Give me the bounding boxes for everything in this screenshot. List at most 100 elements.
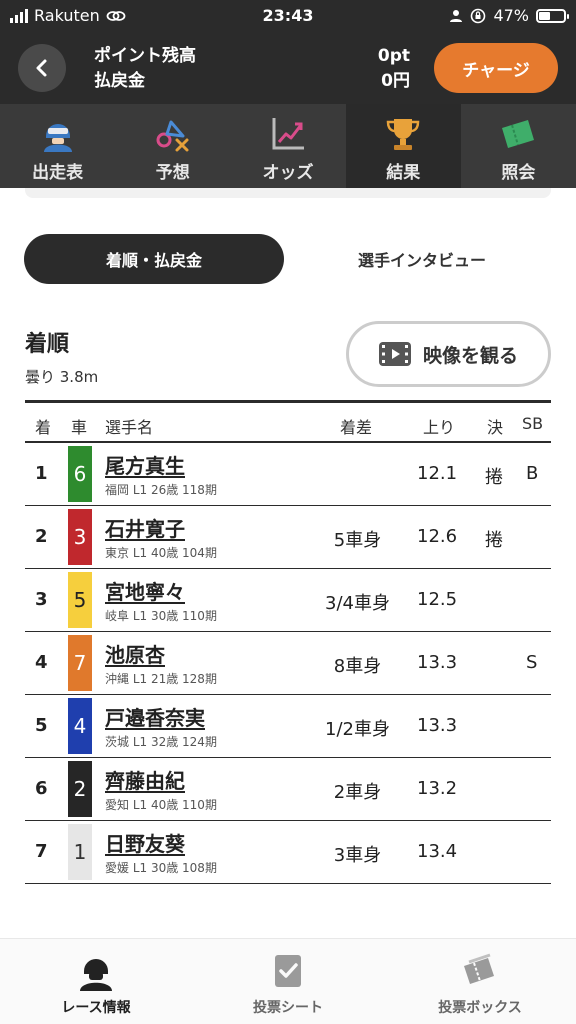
tab-label: 結果 — [386, 163, 421, 183]
bottom-nav-label: 投票ボックス — [438, 1000, 522, 1016]
rider-meta: 愛知 L1 40歳 110期 — [105, 798, 217, 812]
content-top-edge — [25, 188, 551, 198]
rider-meta: 愛媛 L1 30歳 108期 — [105, 861, 217, 875]
table-header: 着 車 選手名 着差 上り 決 SB — [25, 403, 551, 443]
balance-values: 0pt 0円 — [378, 44, 410, 94]
section-title: 着順 — [25, 332, 70, 357]
col-time: 上り — [423, 418, 456, 437]
trophy-icon — [386, 119, 420, 150]
last-lap-time: 13.3 — [417, 715, 458, 736]
balance-labels: ポイント残高 払戻金 — [94, 44, 196, 94]
finish-margin: 8車身 — [333, 656, 382, 677]
battery-icon — [536, 8, 569, 23]
last-lap-time: 12.1 — [417, 463, 458, 484]
last-lap-time: 13.2 — [417, 778, 458, 799]
rider-name-link[interactable]: 尾方真生 — [105, 450, 185, 479]
refund-label: 払戻金 — [94, 71, 145, 91]
car-number-badge: 4 — [68, 698, 92, 754]
watch-video-label: 映像を観る — [422, 344, 518, 367]
sb-mark: B — [526, 463, 539, 484]
charge-button[interactable]: チャージ — [434, 43, 558, 93]
last-lap-time: 12.5 — [417, 589, 458, 610]
tab-race-card[interactable]: 出走表 — [0, 104, 115, 188]
col-name: 選手名 — [105, 418, 154, 437]
weather-info: 曇り 3.8m — [25, 368, 99, 386]
car-number-badge: 6 — [68, 446, 92, 502]
bottom-nav-vote-box[interactable]: 投票ボックス — [384, 939, 576, 1024]
rider-name-link[interactable]: 齊藤由紀 — [105, 765, 185, 794]
video-icon — [378, 342, 411, 366]
rider-name-link[interactable]: 戸邉香奈実 — [105, 702, 205, 731]
finish-margin: 3/4車身 — [325, 593, 390, 614]
status-bar: Rakuten 23:43 47% — [0, 0, 576, 32]
bottom-nav-race-info[interactable]: レース情報 — [0, 939, 192, 1024]
car-number-badge: 1 — [68, 824, 92, 880]
tab-prediction[interactable]: 予想 — [115, 104, 230, 188]
col-sb: SB — [522, 414, 544, 433]
finish-margin: 3車身 — [333, 845, 382, 866]
car-number-badge: 5 — [68, 572, 92, 628]
table-row: 4 7 池原杏沖縄 L1 21歳 128期 8車身 13.3 S — [25, 632, 551, 695]
position-number: 4 — [35, 652, 48, 673]
sb-mark: S — [526, 652, 538, 673]
points-label: ポイント残高 — [94, 46, 196, 66]
rider-meta: 沖縄 L1 21歳 128期 — [105, 672, 217, 686]
header: ポイント残高 払戻金 0pt 0円 チャージ — [0, 32, 576, 104]
rider-name-link[interactable]: 池原杏 — [105, 639, 165, 668]
bottom-nav-label: 投票シート — [253, 1000, 323, 1016]
table-row: 1 6 尾方真生福岡 L1 26歳 118期 12.1 捲 B — [25, 443, 551, 506]
bottom-nav-vote-sheet[interactable]: 投票シート — [192, 939, 384, 1024]
rotation-lock-icon — [471, 8, 486, 23]
prediction-icon — [156, 120, 189, 152]
vote-sheet-icon — [275, 955, 301, 987]
subtab-rider-interview[interactable]: 選手インタビュー — [292, 234, 552, 284]
chevron-left-icon — [36, 59, 47, 77]
winning-move: 捲 — [485, 467, 503, 488]
results-table: 着 車 選手名 着差 上り 決 SB 1 6 尾方真生 福岡 L1 26歳 118期 1… — [25, 400, 551, 884]
battery-percent: 47% — [493, 6, 529, 25]
table-row: 2 3 石井寛子 東京 L1 40歳 104期 5車身 12.6 捲 — [25, 506, 551, 569]
position-number: 1 — [35, 463, 48, 484]
position-number: 7 — [35, 841, 48, 862]
rider-name-link[interactable]: 石井寛子 — [105, 513, 185, 542]
tab-inquiry[interactable]: 照会 — [461, 104, 576, 188]
odds-chart-icon — [272, 118, 304, 150]
position-number: 3 — [35, 589, 48, 610]
rider-name-link[interactable]: 日野友葵 — [105, 828, 185, 857]
rider-icon — [43, 124, 72, 152]
car-number-badge: 2 — [68, 761, 92, 817]
tab-label: 照会 — [501, 163, 536, 183]
ticket-icon — [502, 120, 535, 148]
watch-video-button[interactable]: 映像を観る — [346, 321, 551, 387]
col-car: 車 — [71, 418, 88, 437]
car-number-badge: 3 — [68, 509, 92, 565]
bottom-nav-label: レース情報 — [61, 1000, 131, 1016]
last-lap-time: 13.4 — [417, 841, 458, 862]
col-kimarite: 決 — [487, 418, 504, 437]
car-number-badge: 7 — [68, 635, 92, 691]
finish-margin: 1/2車身 — [325, 719, 390, 740]
rider-meta: 東京 L1 40歳 104期 — [105, 546, 217, 560]
bottom-navigation: レース情報 投票シート 投票ボックス — [0, 938, 576, 1024]
rider-name-link[interactable]: 宮地寧々 — [105, 576, 185, 605]
table-row: 6 2 齊藤由紀 愛知 L1 40歳 110期 2車身 13.2 — [25, 758, 551, 821]
winning-move: 捲 — [485, 530, 503, 551]
last-lap-time: 12.6 — [417, 526, 458, 547]
tab-results[interactable]: 結果 — [345, 104, 461, 188]
table-row: 7 1 日野友葵愛媛 L1 30歳 108期 3車身 13.4 — [25, 821, 551, 884]
vote-box-icon — [464, 953, 494, 984]
finish-margin: 2車身 — [333, 782, 382, 803]
table-body: 1 6 尾方真生 福岡 L1 26歳 118期 12.1 捲 B 2 3 石井寛子 東京 L1 40… — [25, 443, 551, 884]
tab-label: オッズ — [262, 163, 314, 183]
subtab-results-payout[interactable]: 着順・払戻金 — [24, 234, 284, 284]
rider-icon — [80, 959, 112, 991]
last-lap-time: 13.3 — [417, 652, 458, 673]
tab-navigation: 出走表 予想 オッズ 結果 照会 — [0, 104, 576, 188]
back-button[interactable] — [18, 44, 66, 92]
position-number: 2 — [35, 526, 48, 547]
rider-meta: 福岡 L1 26歳 118期 — [105, 483, 217, 497]
table-row: 5 4 戸邉香奈実 茨城 L1 32歳 124期 1/2車身 13.3 — [25, 695, 551, 758]
tab-odds[interactable]: オッズ — [230, 104, 345, 188]
status-right: 47% — [449, 6, 569, 25]
points-value: 0pt — [377, 46, 410, 66]
